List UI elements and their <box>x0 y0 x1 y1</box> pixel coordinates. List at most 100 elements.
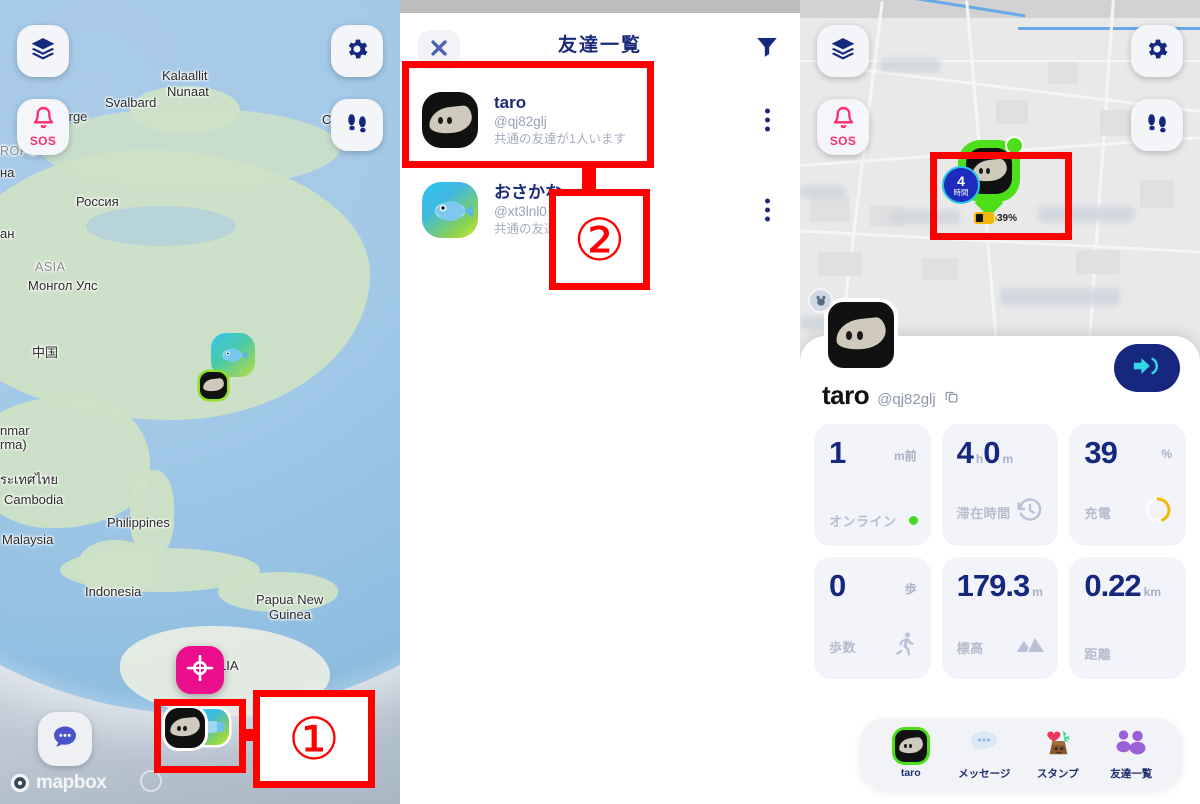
sos-button[interactable]: SOS <box>817 99 869 155</box>
clock-icon <box>1015 495 1045 530</box>
profile-sheet: taro @qj82glj 1 m前 オンライン 4 h 0 m 滞在時間 39… <box>800 288 1200 804</box>
mapbox-logo-icon <box>10 773 30 793</box>
tab-label: メッセージ <box>958 767 1011 780</box>
stat-value: 1 <box>829 435 846 470</box>
close-x-icon <box>428 37 450 64</box>
stat-card-online[interactable]: 1 m前 オンライン <box>814 424 931 546</box>
bell-icon <box>832 106 855 134</box>
filter-funnel-icon <box>754 33 780 64</box>
page-title: 友達一覧 <box>557 34 642 56</box>
map-label: Papua New <box>256 592 324 607</box>
friend-menu-osakana[interactable] <box>765 198 770 222</box>
footsteps-button[interactable] <box>331 99 383 151</box>
stat-value: 4 <box>956 435 974 470</box>
stat-value: 0.22 <box>1084 568 1141 603</box>
settings-button[interactable] <box>1131 25 1183 77</box>
bottom-tab-bar: taro メッセージ スタンプ 友達一覧 <box>860 718 1182 790</box>
tab-message[interactable]: メッセージ <box>953 728 1015 781</box>
gear-icon <box>344 36 370 67</box>
tab-stamp[interactable]: スタンプ <box>1027 728 1089 781</box>
stamp-icon <box>1042 727 1074 762</box>
tab-label: taro <box>900 767 921 779</box>
tab-friend-list[interactable]: 友達一覧 <box>1100 728 1162 781</box>
stat-unit: km <box>1143 585 1162 599</box>
stat-label: オンライン <box>829 514 897 529</box>
stat-label: 標高 <box>956 641 984 656</box>
layers-button[interactable] <box>817 25 869 77</box>
stat-label-row: 滞在時間 <box>957 495 1046 530</box>
battery-arc-icon <box>1143 495 1173 530</box>
chat-bubble-icon <box>51 723 79 756</box>
crosshair-icon <box>185 653 215 688</box>
osakana-map-marker[interactable] <box>211 333 255 377</box>
message-bubble-icon <box>969 729 999 760</box>
more-vertical-icon <box>765 108 770 114</box>
stat-value-row: 179.3 m <box>957 570 1046 601</box>
taro-avatar-icon <box>894 730 927 762</box>
compass-icon <box>140 770 162 792</box>
footsteps-button[interactable] <box>1131 99 1183 151</box>
avatar-osakana[interactable] <box>422 182 478 238</box>
globe-map-panel: KalaallitNunaatSvalbardNorgeCaROPEнаРосс… <box>0 0 400 804</box>
stat-value: 179.3 <box>956 568 1031 603</box>
tab-taro[interactable]: taro <box>880 729 942 779</box>
friend-list-panel: 友達一覧 taro @qj82glj 共通の友達が1人います おさかな @xt3… <box>400 0 800 804</box>
stat-label-row: 充電 <box>1084 495 1173 530</box>
stat-label: 距離 <box>1084 647 1112 662</box>
map-label: Монгол Улс <box>28 278 98 293</box>
stat-value: 0 <box>829 568 846 603</box>
chat-button[interactable] <box>38 712 92 766</box>
layers-icon <box>830 36 856 67</box>
share-button[interactable] <box>1114 344 1180 392</box>
stat-card-distance[interactable]: 0.22 km 距離 <box>1069 557 1186 679</box>
map-label: Nunaat <box>167 84 209 99</box>
annotation-marker-2: ② <box>549 189 650 290</box>
stat-unit: 歩 <box>904 582 917 596</box>
layers-button[interactable] <box>17 25 69 77</box>
tab-label: スタンプ <box>1036 767 1079 780</box>
gear-icon <box>1144 36 1170 67</box>
map-label: на <box>0 165 15 180</box>
profile-avatar[interactable] <box>824 298 898 372</box>
stat-label: 充電 <box>1084 506 1112 521</box>
sos-label: SOS <box>29 134 57 148</box>
layers-icon <box>30 36 56 67</box>
filter-button[interactable] <box>750 31 784 65</box>
sea-inland <box>86 206 236 246</box>
stat-card-elevation[interactable]: 179.3 m 標高 <box>941 557 1059 679</box>
status-bar <box>400 0 800 13</box>
friend-menu-taro[interactable] <box>765 108 770 132</box>
pet-badge-icon[interactable] <box>808 288 833 313</box>
tab-icon <box>1041 728 1075 762</box>
online-dot-icon <box>908 516 918 525</box>
stat-card-stay-time[interactable]: 4 h 0 m 滞在時間 <box>941 424 1059 546</box>
stats-grid: 1 m前 オンライン 4 h 0 m 滞在時間 39 % 充電 0 歩 歩数 1… <box>814 424 1186 679</box>
mapbox-label: mapbox <box>36 772 107 793</box>
more-vertical-icon <box>765 198 770 204</box>
sos-label: SOS <box>829 134 857 148</box>
locate-me-button[interactable] <box>176 646 224 694</box>
landmass-philippines <box>130 470 174 556</box>
taro-map-marker[interactable] <box>200 372 227 399</box>
stat-value-row: 4 h 0 m <box>957 437 1046 468</box>
stat-unit: m <box>1032 585 1043 599</box>
stat-card-charge[interactable]: 39 % 充電 <box>1069 424 1186 546</box>
stat-unit: % <box>1161 447 1172 461</box>
footsteps-icon <box>1144 110 1170 141</box>
map-label: Indonesia <box>85 584 142 599</box>
fish-icon <box>222 348 248 362</box>
settings-button[interactable] <box>331 25 383 77</box>
profile-handle: @qj82glj <box>877 391 936 408</box>
stat-label: 歩数 <box>829 640 857 655</box>
friend-detail-panel: SOS 4 時間 39% taro @qj82glj 1 m前 オンライン 4 … <box>800 0 1200 804</box>
stat-label-row: 歩数 <box>829 630 918 663</box>
stat-card-steps[interactable]: 0 歩 歩数 <box>814 557 931 679</box>
stat-label-row: 標高 <box>957 632 1046 663</box>
profile-name-row: taro @qj82glj <box>822 380 959 411</box>
map-label: Svalbard <box>105 95 157 110</box>
share-arrow-icon <box>1131 353 1163 384</box>
tab-icon <box>967 728 1001 762</box>
copy-icon[interactable] <box>944 389 959 404</box>
map-label: ан <box>0 226 15 241</box>
sos-button[interactable]: SOS <box>17 99 69 155</box>
